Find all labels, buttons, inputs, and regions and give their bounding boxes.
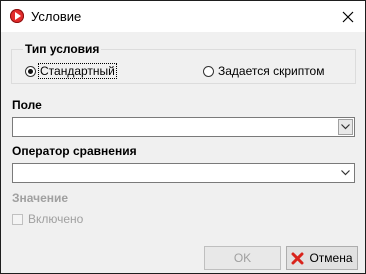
ok-button-label: OK bbox=[233, 251, 252, 265]
radio-script-circle[interactable] bbox=[203, 65, 214, 77]
operator-label: Оператор сравнения bbox=[12, 144, 137, 158]
close-icon bbox=[342, 11, 354, 22]
enabled-checkbox-label: Включено bbox=[28, 212, 84, 226]
radio-standard[interactable]: Стандартный bbox=[25, 63, 117, 79]
cancel-button-label: Отмена bbox=[309, 251, 353, 265]
field-label: Поле bbox=[12, 98, 42, 112]
chevron-down-icon bbox=[340, 170, 350, 176]
enabled-checkbox-box[interactable] bbox=[12, 213, 23, 225]
radio-standard-circle[interactable] bbox=[25, 65, 36, 77]
ok-button[interactable]: OK bbox=[204, 246, 281, 270]
condition-dialog: Условие Тип условия Стандартный Задается… bbox=[0, 0, 366, 274]
cancel-icon bbox=[291, 252, 304, 265]
field-combobox[interactable] bbox=[12, 117, 355, 137]
value-label: Значение bbox=[12, 191, 69, 205]
radio-script[interactable]: Задается скриптом bbox=[203, 64, 325, 78]
title-bar: Условие bbox=[1, 1, 365, 32]
operator-dropdown-button[interactable] bbox=[338, 166, 352, 180]
radio-script-label: Задается скриптом bbox=[218, 64, 325, 78]
close-button[interactable] bbox=[331, 1, 365, 32]
condition-type-title: Тип условия bbox=[23, 42, 102, 56]
enabled-checkbox[interactable]: Включено bbox=[12, 212, 83, 226]
field-dropdown-button[interactable] bbox=[338, 119, 353, 135]
app-icon bbox=[10, 9, 24, 23]
window-title: Условие bbox=[31, 9, 82, 24]
operator-combobox[interactable] bbox=[12, 163, 355, 183]
chevron-down-icon bbox=[341, 124, 350, 130]
cancel-button[interactable]: Отмена bbox=[286, 246, 358, 270]
radio-standard-label: Стандартный bbox=[38, 63, 117, 79]
